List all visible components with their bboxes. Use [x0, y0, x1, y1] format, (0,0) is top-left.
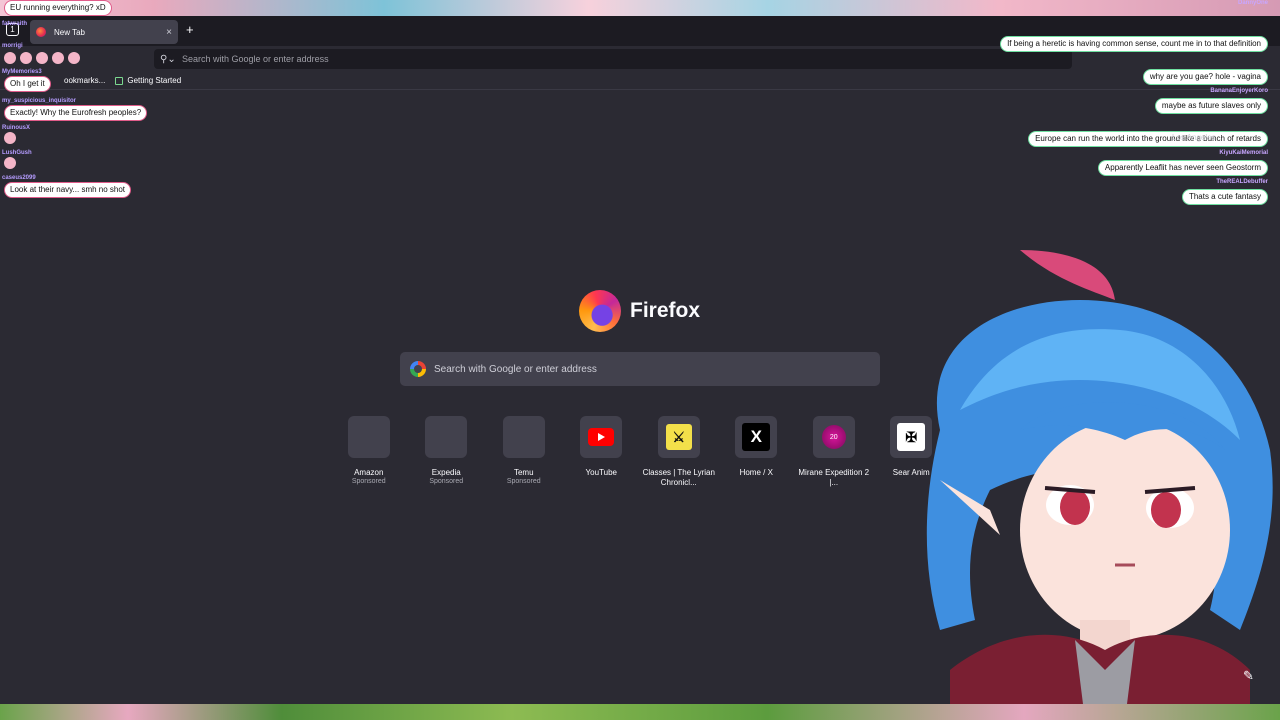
chat-message: If being a heretic is having common sens…: [1000, 36, 1268, 52]
lyrian-icon: ⚔: [665, 424, 692, 450]
emote-icon: [36, 52, 48, 64]
chat-message: Oh I get it: [4, 76, 51, 92]
chat-username: morrigi: [2, 43, 23, 49]
stream-chat-right: DannyOne If being a heretic is having co…: [976, 0, 1276, 205]
top-site-tile[interactable]: 20 Mirane Expedition 2 |...: [795, 416, 873, 496]
emote-icon: [68, 52, 80, 64]
chat-message: Look at their navy... smh no shot: [4, 182, 132, 198]
tile-label: Home / X: [739, 468, 773, 477]
tile-label: Classes | The Lyrian Chronicl...: [642, 468, 715, 487]
tile-label: Temu: [513, 468, 534, 477]
chat-message: Apparently Leaflit has never seen Geosto…: [1097, 160, 1268, 176]
stream-background-bottom: [0, 704, 1280, 720]
chat-username: TheREALDebuffer: [1216, 179, 1268, 185]
weather-location-label: Los Angeles: [1172, 133, 1216, 142]
top-site-tile[interactable]: X Home / X: [718, 416, 796, 496]
search-input[interactable]: [434, 363, 854, 375]
expedia-icon: [425, 416, 468, 458]
firefox-logo-icon: [579, 290, 621, 332]
chat-username: LushGush: [2, 150, 32, 156]
sponsored-label: Sponsored: [351, 478, 386, 485]
tile-label: Amazon: [354, 468, 384, 477]
chat-message: Exactly! Why the Eurofresh peoples?: [4, 105, 148, 121]
tile-label: Mirane Expedition 2 |...: [798, 468, 870, 487]
chat-message: Thats a cute fantasy: [1181, 189, 1268, 205]
newtab-search-box[interactable]: [400, 352, 880, 386]
chat-username: DannyOne: [1237, 0, 1268, 6]
top-site-tile[interactable]: Expedia Sponsored: [408, 416, 486, 496]
top-sites: Amazon Sponsored Expedia Sponsored Temu …: [330, 416, 950, 496]
emote-icon: [20, 52, 32, 64]
x-icon-box: X: [735, 416, 778, 458]
vtuber-avatar: [926, 250, 1273, 720]
chat-message: Europe can run the world into the ground…: [1028, 131, 1268, 147]
x-icon: X: [742, 423, 771, 451]
chat-message: maybe as future slaves only: [1154, 98, 1268, 114]
emote-icon: [4, 52, 16, 64]
stream-chat-left: EU running everything? xD fatwraith morr…: [0, 0, 160, 198]
lyrian-icon-box: ⚔: [657, 416, 700, 458]
emote-icon: [4, 157, 16, 169]
sponsored-label: Sponsored: [429, 478, 464, 485]
brand-wordmark: Firefox: [630, 299, 701, 322]
top-site-tile[interactable]: ⚔ Classes | The Lyrian Chronicl...: [640, 416, 718, 496]
emote-icon: [52, 52, 64, 64]
mirane-icon-box: 20: [812, 416, 855, 458]
search-engine-icon[interactable]: ⚲⌄: [160, 54, 182, 65]
sponsored-label: Sponsored: [506, 478, 541, 485]
firefox-brand: Firefox: [579, 290, 700, 332]
chat-username: KiyuKaiMemorial: [1219, 150, 1268, 156]
chat-username: MyMemories3: [2, 69, 42, 75]
close-icon[interactable]: ×: [166, 27, 172, 38]
chat-username: RuinousX: [2, 125, 30, 131]
youtube-icon-box: [580, 416, 623, 458]
pencil-edit-icon[interactable]: ✎: [1243, 668, 1254, 684]
chat-username: BananaEnjoyerKoro: [1210, 88, 1268, 94]
url-bar[interactable]: ⚲⌄: [154, 49, 1072, 69]
chat-username: fatwraith: [2, 21, 28, 27]
chat-message: why are you gae? hole - vagina: [1142, 69, 1268, 85]
top-site-tile[interactable]: Amazon Sponsored: [330, 416, 408, 496]
tile-label: YouTube: [585, 468, 617, 477]
chat-username: caseus2099: [2, 175, 36, 181]
tile-label: Expedia: [431, 468, 461, 477]
temu-icon: [502, 416, 545, 458]
youtube-icon: [588, 428, 615, 446]
amazon-icon: [347, 416, 390, 458]
top-site-tile[interactable]: YouTube: [563, 416, 641, 496]
google-icon: [410, 361, 426, 377]
new-tab-button[interactable]: +: [186, 22, 194, 37]
chat-username: my_suspicious_inquisitor: [2, 98, 77, 104]
emote-icon: [4, 132, 16, 144]
screen: { "browser": { "tab_count": "1", "tab_ti…: [0, 0, 1280, 720]
url-input[interactable]: [182, 54, 682, 64]
chat-message: EU running everything? xD: [4, 0, 112, 16]
mirane-icon: 20: [821, 425, 846, 449]
top-site-tile[interactable]: Temu Sponsored: [485, 416, 563, 496]
